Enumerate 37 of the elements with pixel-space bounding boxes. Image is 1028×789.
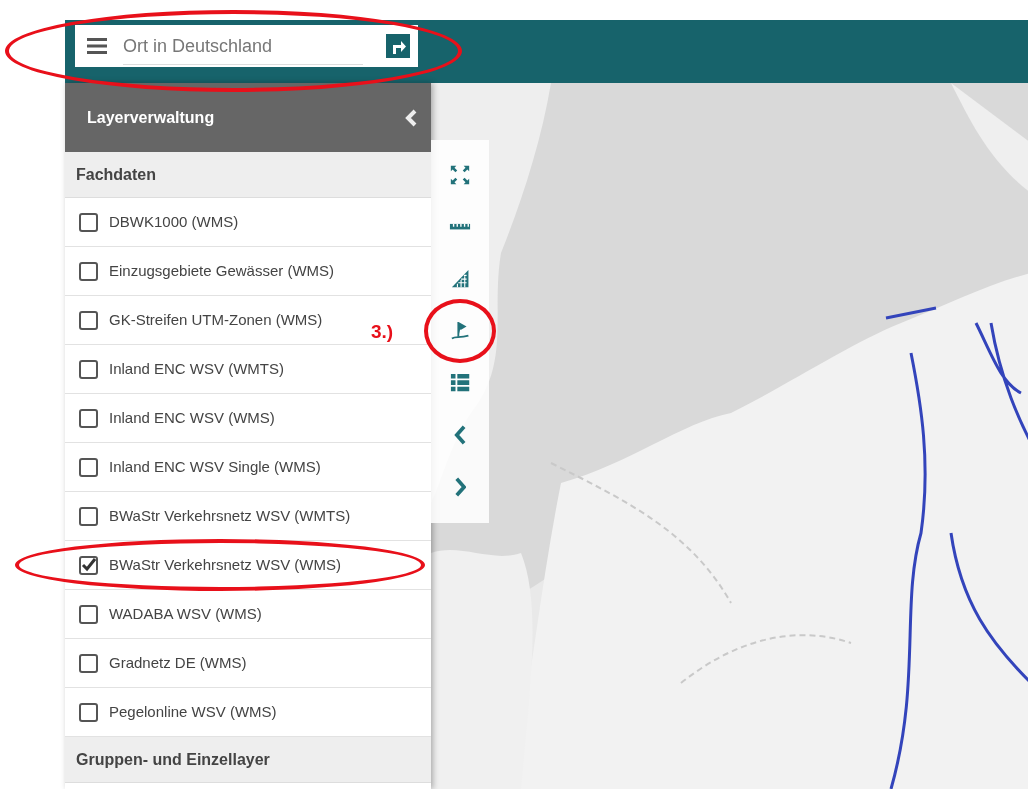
callout-label: 3.) (371, 320, 394, 344)
layer-label[interactable]: BWaStr Verkehrsnetz WSV (WMTS) (109, 504, 351, 528)
layer-label[interactable]: DBWK1000 (WMS) (109, 210, 239, 234)
layer-label[interactable]: Inland ENC WSV (WMTS) (109, 357, 285, 381)
collapse-icon[interactable] (405, 108, 417, 127)
flag-icon (450, 321, 470, 341)
checkbox[interactable] (79, 506, 98, 526)
chevron-right-icon (453, 476, 467, 498)
ruler-icon (449, 223, 471, 231)
checkbox[interactable] (79, 212, 98, 232)
list-icon (449, 373, 471, 393)
layer-label[interactable]: BWaStr Verkehrsnetz WSV (WMS) (109, 553, 341, 577)
search-field[interactable]: Ort in Deutschland (75, 25, 418, 67)
checkbox[interactable] (79, 555, 98, 575)
fullscreen-icon (449, 164, 471, 186)
menu-icon[interactable] (87, 38, 107, 54)
panel-title: Layerverwaltung (87, 107, 215, 128)
chevron-left-icon (453, 424, 467, 446)
checkbox[interactable] (79, 310, 98, 330)
checkbox[interactable] (79, 604, 98, 624)
layer-label[interactable]: WADABA WSV (WMS) (109, 602, 262, 626)
layer-label[interactable]: GK-Streifen UTM-Zonen (WMS) (109, 308, 323, 332)
layer-label[interactable]: Einzugsgebiete Gewässer (WMS) (109, 259, 335, 283)
layer-label[interactable]: Gradnetz DE (WMS) (109, 651, 247, 675)
checkbox[interactable] (79, 457, 98, 477)
layer-label[interactable]: Pegelonline WSV (WMS) (109, 700, 277, 724)
route-icon[interactable] (386, 34, 410, 58)
checkbox[interactable] (79, 408, 98, 428)
checkbox[interactable] (79, 261, 98, 281)
checkbox[interactable] (79, 702, 98, 722)
layer-label[interactable]: Inland ENC WSV (WMS) (109, 406, 275, 430)
section-header[interactable]: Fachdaten (65, 152, 431, 198)
checkbox[interactable] (79, 359, 98, 379)
section-header[interactable]: Gruppen- und Einzellayer (65, 737, 431, 783)
triangle-ruler-icon (450, 269, 470, 289)
checkbox[interactable] (79, 653, 98, 673)
layer-label[interactable]: Inland ENC WSV Single (WMS) (109, 455, 321, 479)
